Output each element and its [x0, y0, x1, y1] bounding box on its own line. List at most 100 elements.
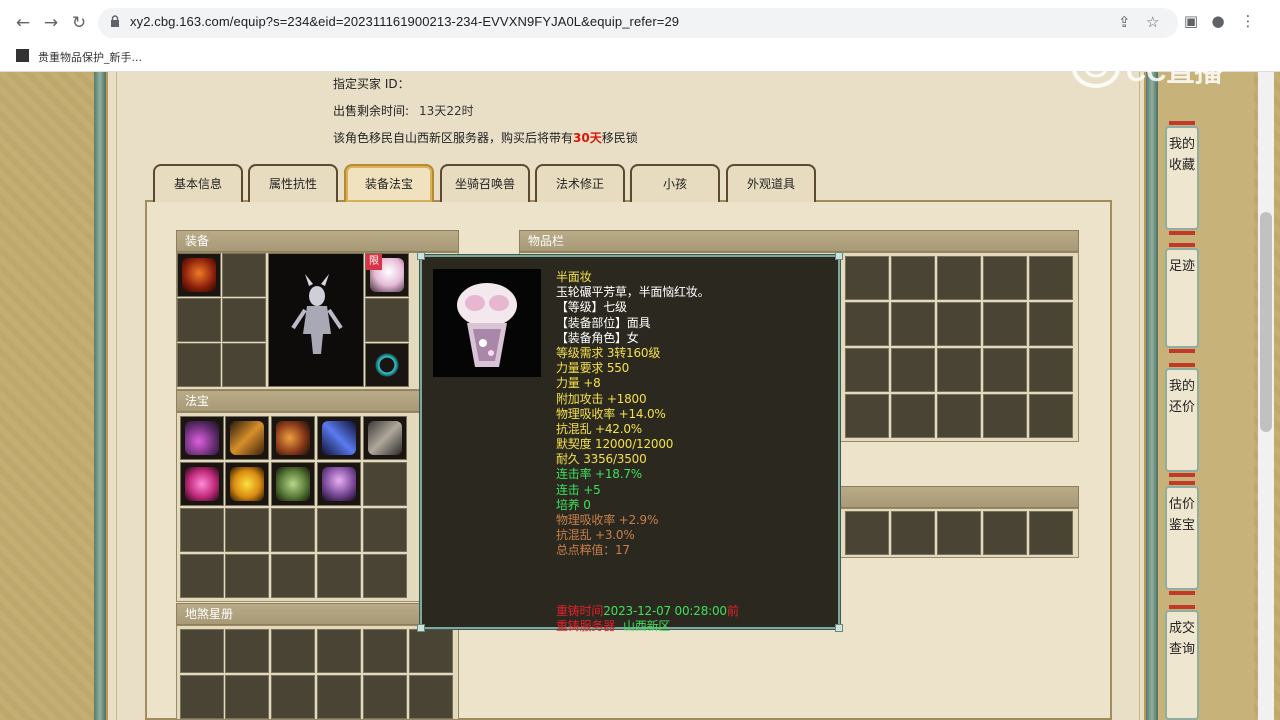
inventory-slot[interactable]: [937, 394, 981, 438]
inventory-slot[interactable]: [891, 348, 935, 392]
fabao-slot[interactable]: [317, 554, 361, 598]
disha-slot[interactable]: [225, 629, 269, 673]
fabao-slot[interactable]: [180, 416, 224, 460]
inventory-slot[interactable]: [937, 511, 981, 555]
equip-slot[interactable]: [222, 253, 266, 297]
disha-slot[interactable]: [271, 675, 315, 719]
equip-slot[interactable]: [177, 343, 221, 387]
inventory-slot[interactable]: [845, 302, 889, 346]
inventory-slot[interactable]: [983, 256, 1027, 300]
fabao-slot[interactable]: [225, 508, 269, 552]
fabao-slot[interactable]: [271, 416, 315, 460]
equip-slot-armor[interactable]: [177, 253, 221, 297]
disha-slot[interactable]: [180, 675, 224, 719]
tab-basic-info[interactable]: 基本信息: [153, 164, 243, 202]
side-nav-favorites[interactable]: 我的收藏: [1165, 121, 1199, 235]
inventory-slot[interactable]: [845, 348, 889, 392]
inventory-slot[interactable]: [891, 256, 935, 300]
equip-slot[interactable]: [177, 298, 221, 342]
tooltip-line: 耐久 3356/3500: [556, 452, 647, 467]
inventory-slot[interactable]: [983, 511, 1027, 555]
tooltip-line: 抗混乱 +42.0%: [556, 421, 642, 436]
fabao-slot[interactable]: [180, 554, 224, 598]
share-icon[interactable]: ⇪: [1118, 13, 1131, 31]
side-nav-appraisal[interactable]: 估价鉴宝: [1165, 481, 1199, 595]
fabao-slot[interactable]: [180, 462, 224, 506]
forward-icon[interactable]: →: [40, 12, 62, 34]
equip-slot[interactable]: [222, 298, 266, 342]
side-nav-transactions[interactable]: 成交查询: [1165, 605, 1199, 720]
tooltip-line: 总点粹值：17: [556, 543, 630, 558]
inventory-slot[interactable]: [1029, 511, 1073, 555]
inventory-slot[interactable]: [845, 394, 889, 438]
star-icon[interactable]: ☆: [1146, 13, 1159, 31]
url-text[interactable]: xy2.cbg.163.com/equip?s=234&eid=20231116…: [130, 14, 679, 29]
fabao-slot[interactable]: [317, 508, 361, 552]
fabao-slot[interactable]: [363, 508, 407, 552]
disha-slot[interactable]: [317, 629, 361, 673]
migrate-suffix: 移民锁: [601, 131, 638, 145]
address-bar[interactable]: xy2.cbg.163.com/equip?s=234&eid=20231116…: [98, 8, 1178, 38]
tab-attributes[interactable]: 属性抗性: [248, 164, 338, 202]
bookmark-icon: [16, 49, 29, 62]
tooltip-line: 力量要求 550: [556, 361, 630, 376]
inventory-slot[interactable]: [983, 348, 1027, 392]
fabao-slot[interactable]: [225, 462, 269, 506]
sidebar-icon[interactable]: ▣: [1180, 12, 1202, 30]
side-nav-my-offers[interactable]: 我的还价: [1165, 363, 1199, 477]
tab-child[interactable]: 小孩: [630, 164, 720, 202]
fabao-slot[interactable]: [363, 416, 407, 460]
inventory-slot[interactable]: [891, 511, 935, 555]
disha-slot[interactable]: [271, 629, 315, 673]
reload-icon[interactable]: ↻: [68, 12, 90, 34]
fabao-icon: [185, 467, 219, 501]
fabao-slot[interactable]: [271, 462, 315, 506]
inventory-slot[interactable]: [891, 394, 935, 438]
side-nav-history[interactable]: 足迹: [1165, 243, 1199, 353]
disha-slot[interactable]: [225, 675, 269, 719]
disha-slot[interactable]: [363, 629, 407, 673]
page-scrollbar[interactable]: [1258, 72, 1274, 720]
scrollbar-thumb[interactable]: [1260, 212, 1272, 432]
fabao-icon: [230, 421, 264, 455]
inventory-slot[interactable]: [845, 256, 889, 300]
inventory-slot[interactable]: [1029, 302, 1073, 346]
tooltip-line: 玉轮碾平芳草，半面恼红妆。: [556, 285, 710, 300]
inventory-slot[interactable]: [983, 394, 1027, 438]
inventory-slot[interactable]: [845, 511, 889, 555]
fabao-slot[interactable]: [317, 416, 361, 460]
fabao-slot[interactable]: [363, 462, 407, 506]
inventory-slot[interactable]: [983, 302, 1027, 346]
inventory-slot[interactable]: [1029, 394, 1073, 438]
remaining-value: 13天22时: [419, 104, 474, 118]
disha-slot[interactable]: [180, 629, 224, 673]
disha-slot[interactable]: [409, 675, 453, 719]
inventory-slot[interactable]: [937, 256, 981, 300]
fabao-slot[interactable]: [271, 554, 315, 598]
equip-slot[interactable]: [222, 343, 266, 387]
fabao-slot[interactable]: [363, 554, 407, 598]
fabao-slot[interactable]: [225, 554, 269, 598]
tab-mounts-pets[interactable]: 坐骑召唤兽: [440, 164, 530, 202]
menu-icon[interactable]: ⋮: [1237, 12, 1259, 30]
tab-spell-correction[interactable]: 法术修正: [535, 164, 625, 202]
disha-slot[interactable]: [363, 675, 407, 719]
profile-icon[interactable]: ●: [1207, 12, 1229, 30]
inventory-slot[interactable]: [891, 302, 935, 346]
tab-equipment[interactable]: 装备法宝: [344, 164, 434, 202]
back-icon[interactable]: ←: [12, 12, 34, 34]
inventory-slot[interactable]: [937, 302, 981, 346]
inventory-slot[interactable]: [1029, 256, 1073, 300]
inventory-slot[interactable]: [1029, 348, 1073, 392]
tab-appearance[interactable]: 外观道具: [726, 164, 816, 202]
fabao-slot[interactable]: [180, 508, 224, 552]
disha-slot[interactable]: [317, 675, 361, 719]
fabao-slot[interactable]: [317, 462, 361, 506]
fabao-slot[interactable]: [225, 416, 269, 460]
equip-slot-mask[interactable]: 限: [365, 253, 409, 297]
disha-slot[interactable]: [409, 629, 453, 673]
equip-slot-necklace[interactable]: [365, 343, 409, 387]
inventory-slot[interactable]: [937, 348, 981, 392]
fabao-slot[interactable]: [271, 508, 315, 552]
equip-slot[interactable]: [365, 298, 409, 342]
